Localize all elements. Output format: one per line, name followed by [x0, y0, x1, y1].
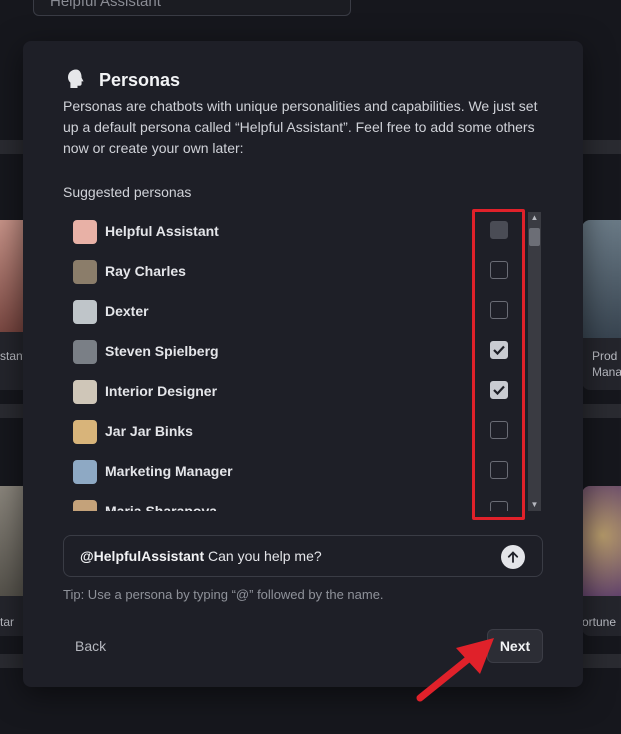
persona-name: Ray Charles: [105, 263, 186, 279]
chat-mention: @HelpfulAssistant: [80, 548, 205, 564]
personas-modal: Personas Personas are chatbots with uniq…: [23, 41, 583, 687]
persona-list: Helpful Assistant Ray Charles Dexter Ste…: [63, 211, 543, 511]
modal-title: Personas: [99, 70, 181, 90]
persona-row[interactable]: Dexter: [63, 291, 533, 331]
persona-avatar: [73, 220, 97, 244]
persona-name: Helpful Assistant: [105, 223, 219, 239]
persona-row[interactable]: Marketing Manager: [63, 451, 533, 491]
example-chat-input: @HelpfulAssistant Can you help me?: [63, 535, 543, 577]
head-silhouette-icon: [68, 69, 84, 88]
persona-row[interactable]: Jar Jar Binks: [63, 411, 533, 451]
persona-avatar: [73, 460, 97, 484]
scroll-down-arrow-icon[interactable]: ▼: [528, 499, 541, 511]
persona-name: Marketing Manager: [105, 463, 233, 479]
persona-row[interactable]: Interior Designer: [63, 371, 533, 411]
persona-avatar: [73, 380, 97, 404]
persona-tip: Tip: Use a persona by typing “@” followe…: [63, 587, 384, 602]
background-search-input: Helpful Assistant: [33, 0, 351, 16]
persona-row[interactable]: Ray Charles: [63, 251, 533, 291]
scroll-up-arrow-icon[interactable]: ▲: [528, 212, 541, 224]
persona-name: Interior Designer: [105, 383, 218, 399]
persona-list-scrollbar[interactable]: ▲ ▼: [528, 212, 541, 511]
persona-row[interactable]: Maria Sharapova: [63, 491, 533, 511]
send-arrow-icon: [501, 545, 525, 569]
persona-row[interactable]: Steven Spielberg: [63, 331, 533, 371]
persona-avatar: [73, 340, 97, 364]
background-persona-card: Prod Mana: [582, 220, 621, 390]
persona-name: Jar Jar Binks: [105, 423, 193, 439]
checkbox-highlight-annotation: [472, 209, 525, 520]
persona-avatar: [73, 260, 97, 284]
persona-name: Maria Sharapova: [105, 503, 218, 511]
persona-name: Dexter: [105, 303, 149, 319]
persona-name: Steven Spielberg: [105, 343, 219, 359]
persona-row[interactable]: Helpful Assistant: [63, 211, 533, 251]
red-pointer-arrow-icon: [416, 638, 494, 702]
modal-description: Personas are chatbots with unique person…: [63, 98, 538, 156]
background-persona-card: ortune: [582, 486, 621, 636]
persona-avatar: [73, 420, 97, 444]
scrollbar-thumb[interactable]: [529, 228, 540, 246]
suggested-personas-label: Suggested personas: [63, 184, 192, 200]
persona-avatar: [73, 300, 97, 324]
chat-text: Can you help me?: [204, 548, 322, 564]
back-button[interactable]: Back: [75, 638, 106, 654]
persona-avatar: [73, 500, 97, 511]
